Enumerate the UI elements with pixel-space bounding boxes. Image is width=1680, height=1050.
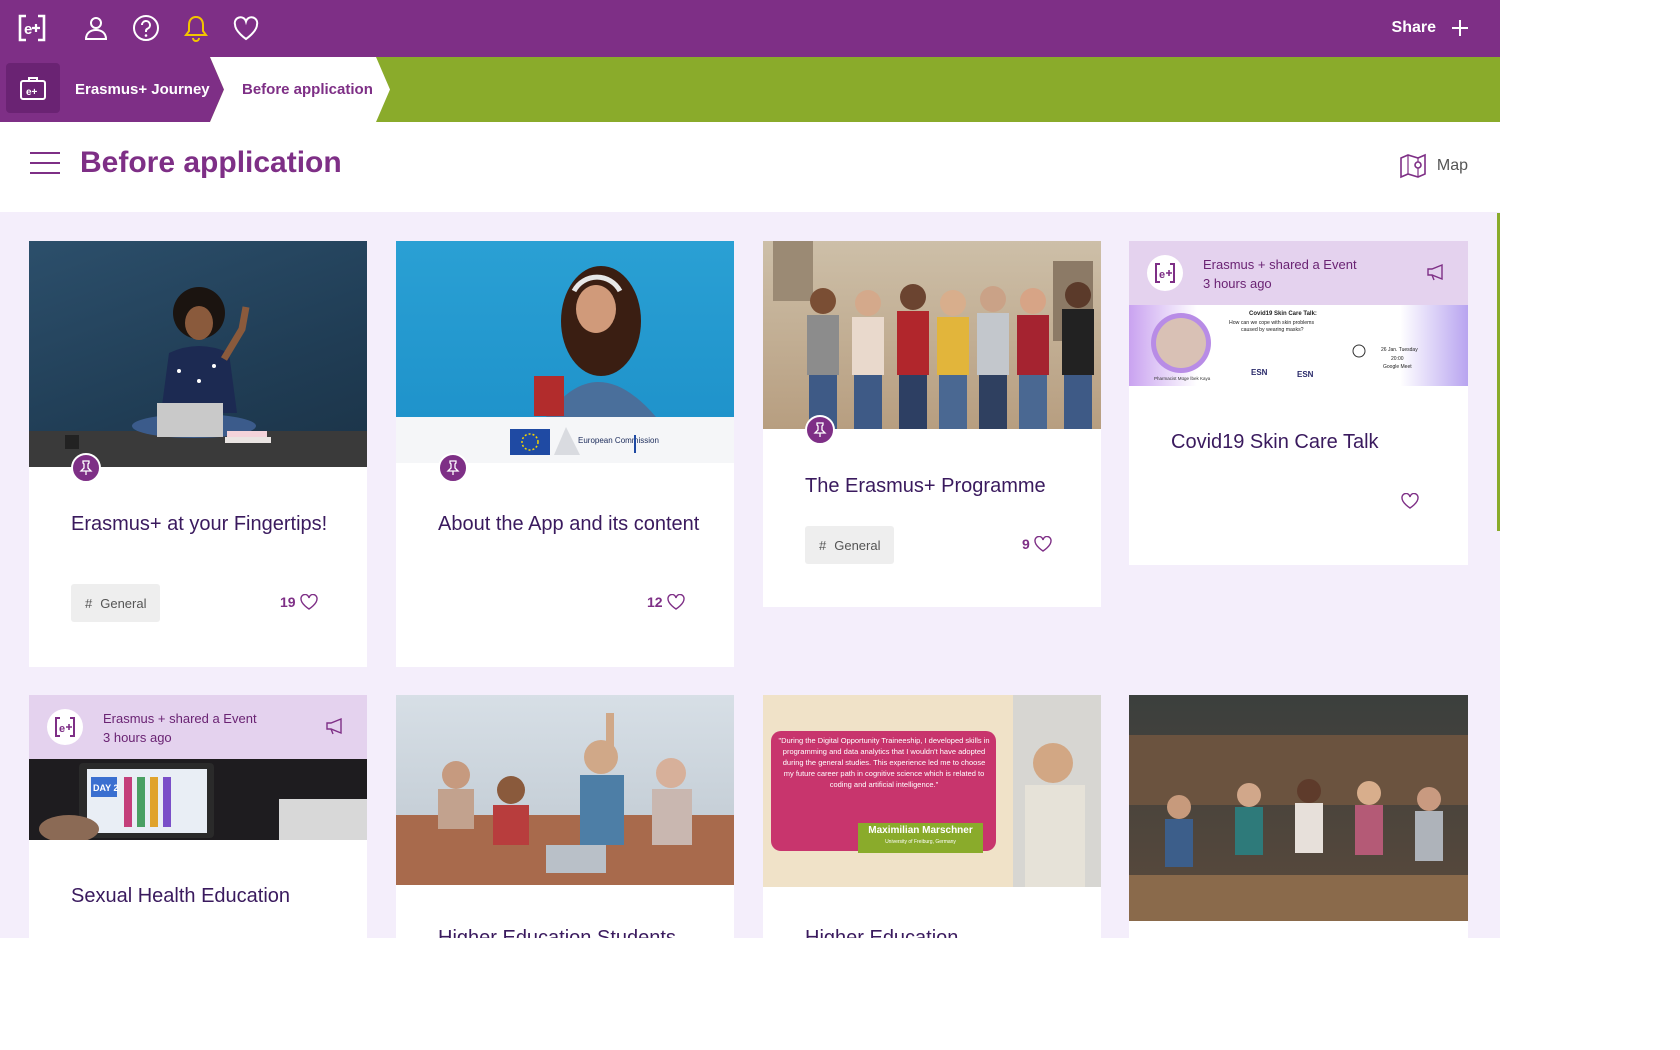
like-count: 9 [1022, 536, 1030, 552]
heart-outline-icon [299, 594, 318, 610]
svg-text:20:00: 20:00 [1391, 356, 1404, 362]
menu-icon[interactable] [30, 152, 60, 176]
heart-outline-icon [666, 594, 685, 610]
card-sexual-health[interactable]: e Erasmus + shared a Event 3 hours ago D… [29, 695, 367, 938]
breadcrumb-label-journey[interactable]: Erasmus+ Journey [75, 57, 210, 122]
heart-outline-icon [1034, 536, 1052, 552]
svg-text:e: e [59, 723, 65, 735]
svg-text:Google Meet: Google Meet [1383, 364, 1412, 370]
card-title[interactable]: Sexual Health Education [71, 885, 337, 907]
student-with-headphones-photo [396, 241, 734, 417]
scrollbar[interactable] [1497, 213, 1500, 531]
page-title: Before application [80, 146, 342, 179]
share-button[interactable]: Share [1392, 12, 1470, 44]
plus-icon [1452, 20, 1468, 36]
card-covid-skin-care[interactable]: e Erasmus + shared a Event 3 hours ago C… [1129, 241, 1468, 565]
quote-attribution: Maximilian Marschner University of Freib… [868, 825, 973, 845]
svg-text:e: e [24, 21, 32, 38]
page-header: Before application Map [0, 122, 1500, 212]
like-button[interactable] [1401, 493, 1419, 509]
card-higher-education[interactable]: "During the Digital Opportunity Trainees… [763, 695, 1101, 938]
breadcrumb: e+ Erasmus+ Journey Before application [0, 57, 1500, 122]
tag-label: General [834, 537, 881, 553]
app-window: e Share e+ Erasmus+ Journey Before appli… [0, 0, 1500, 938]
svg-text:DAY 2: DAY 2 [93, 783, 119, 793]
event-banner: Covid19 Skin Care Talk: How can we cope … [1129, 305, 1468, 386]
svg-text:ESN: ESN [1297, 370, 1314, 379]
svg-text:26 Jan. Tuesday: 26 Jan. Tuesday [1381, 347, 1418, 353]
card-title[interactable]: The Erasmus+ Programme [805, 475, 1071, 497]
woman-with-laptop-photo [29, 241, 367, 467]
map-icon [1400, 153, 1426, 179]
tag-label: General [100, 595, 147, 611]
svg-text:ESN: ESN [1251, 368, 1268, 377]
pin-icon [438, 453, 468, 483]
card-title[interactable]: About the App and its content [438, 513, 704, 535]
card-fingertips[interactable]: Erasmus+ at your Fingertips! # General 1… [29, 241, 367, 667]
card-higher-education-students[interactable]: Higher Education Students [396, 695, 734, 938]
svg-text:Covid19 Skin Care Talk:: Covid19 Skin Care Talk: [1249, 311, 1317, 317]
breadcrumb-label-current[interactable]: Before application [242, 57, 373, 122]
like-button[interactable]: 12 [647, 594, 685, 610]
svg-text:How can we cope with skin prob: How can we cope with skin problems [1229, 320, 1314, 326]
like-button[interactable]: 9 [1022, 536, 1052, 552]
hashtag-icon: # [85, 595, 93, 611]
journey-icon[interactable]: e+ [6, 63, 60, 113]
lecture-hall-students-photo [396, 695, 734, 885]
event-meta: Erasmus + shared a Event 3 hours ago [1203, 255, 1357, 293]
card-about-app[interactable]: European Commission About the App and it… [396, 241, 734, 667]
event-meta: Erasmus + shared a Event 3 hours ago [103, 709, 257, 747]
bell-icon[interactable] [180, 12, 212, 44]
heart-outline-icon [1401, 493, 1419, 509]
like-button[interactable]: 19 [280, 594, 318, 610]
card-erasmus-programme[interactable]: The Erasmus+ Programme # General 9 [763, 241, 1101, 607]
help-icon[interactable] [130, 12, 162, 44]
erasmus-logo-icon[interactable]: e [16, 12, 48, 44]
tag-general[interactable]: # General [805, 526, 895, 564]
event-header: e Erasmus + shared a Event 3 hours ago [1129, 241, 1468, 305]
students-in-library-circle-photo [1129, 695, 1468, 921]
top-bar: e Share [0, 0, 1500, 57]
like-count: 19 [280, 594, 296, 610]
user-icon[interactable] [80, 12, 112, 44]
card-title[interactable]: Covid19 Skin Care Talk [1171, 431, 1438, 453]
erasmus-avatar-icon: e [1147, 255, 1183, 291]
event-time: 3 hours ago [103, 730, 172, 745]
ec-logo-text: European Commission [578, 436, 659, 445]
map-button[interactable]: Map [1399, 152, 1468, 180]
group-of-students-walking-photo [763, 241, 1101, 429]
hashtag-icon: # [819, 537, 827, 553]
map-label: Map [1436, 157, 1468, 174]
card-title[interactable]: Higher Education Students [438, 927, 704, 938]
like-count: 12 [647, 594, 663, 610]
event-header: e Erasmus + shared a Event 3 hours ago [29, 695, 367, 759]
card-title[interactable]: Erasmus+ at your Fingertips! [71, 513, 337, 535]
event-shared-by: Erasmus + shared a Event [1203, 257, 1357, 272]
megaphone-icon [325, 717, 347, 740]
erasmus-avatar-icon: e [47, 709, 83, 745]
card-library-circle[interactable] [1129, 695, 1468, 938]
heart-icon[interactable] [230, 12, 262, 44]
card-title[interactable]: Higher Education [805, 927, 1071, 938]
tablet-day-2-photo: DAY 2 [29, 759, 367, 840]
quote-text: "During the Digital Opportunity Trainees… [778, 736, 990, 789]
pin-icon [805, 415, 835, 445]
event-shared-by: Erasmus + shared a Event [103, 711, 257, 726]
share-label: Share [1391, 19, 1436, 36]
tag-general[interactable]: # General [71, 584, 161, 622]
svg-text:e+: e+ [26, 87, 38, 98]
pin-icon [71, 453, 101, 483]
svg-text:e: e [1159, 269, 1165, 281]
megaphone-icon [1426, 263, 1448, 286]
event-time: 3 hours ago [1203, 276, 1272, 291]
svg-text:Pharmacist Müge İbek Kaya: Pharmacist Müge İbek Kaya [1154, 375, 1211, 381]
svg-text:caused by wearing masks?: caused by wearing masks? [1241, 327, 1304, 333]
